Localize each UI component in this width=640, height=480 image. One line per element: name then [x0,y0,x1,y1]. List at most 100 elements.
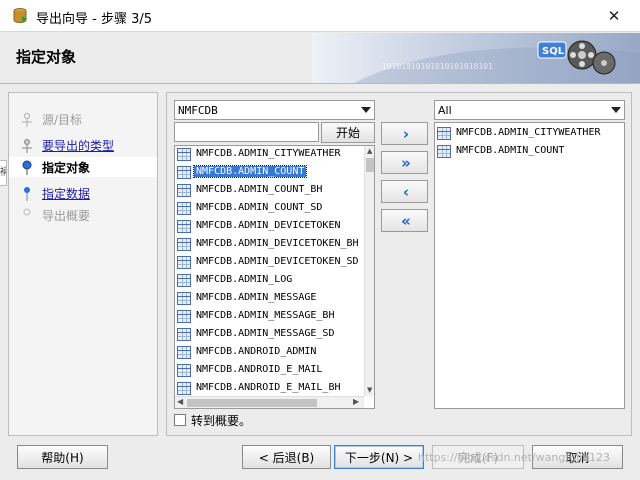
table-icon [437,127,451,140]
title-bar: 导出向导 - 步骤 3/5 ✕ [0,0,640,32]
list-item[interactable]: NMFCDB.ADMIN_CITYWEATHER [435,125,624,143]
table-icon [177,220,191,233]
table-icon [177,166,191,179]
list-item[interactable]: NMFCDB.ADMIN_DEVICETOKEN_BH [175,236,364,254]
step-export-summary: 导出概要 [9,205,157,225]
offscreen-panel-edge: 裲 [0,160,7,186]
list-item[interactable]: NMFCDB.ADMIN_COUNT_BH [175,182,364,200]
target-filter-select[interactable]: All [434,100,625,120]
list-item-label: NMFCDB.ANDROID_ADMIN [196,346,317,357]
available-objects-rows: NMFCDB.ADMIN_CITYWEATHER NMFCDB.ADMIN_COU… [175,146,364,396]
schema-select-value: NMFCDB [178,104,218,117]
table-icon [177,256,191,269]
remove-selected-button[interactable]: ‹ [381,180,428,203]
wizard-steps-panel: 源/目标 要导出的类型 指定对象 指定数据 导出概要 [8,92,158,436]
step-label: 指定对象 [42,161,91,175]
wizard-banner: 指定对象 10101010101010101010101 SQL [0,33,640,84]
selected-objects-list[interactable]: NMFCDB.ADMIN_CITYWEATHER NMFCDB.ADMIN_COU… [434,122,625,409]
step-label[interactable]: 要导出的类型 [42,137,114,154]
table-icon [177,202,191,215]
chevron-down-icon[interactable] [361,107,371,113]
list-item-label: NMFCDB.ADMIN_MESSAGE [196,292,317,303]
watermark: https://blog.csdn.net/wangfujia123 [418,451,611,464]
list-item-label: NMFCDB.ANDROID_E_MAIL_BH [196,382,341,393]
object-selection-panel: NMFCDB 开始 NMFCDB.ADMIN_CITYWEATHER NMFCDB… [166,92,632,436]
table-icon [177,292,191,305]
list-item[interactable]: NMFCDB.ADMIN_LOG [175,272,364,290]
start-button[interactable]: 开始 [321,122,375,143]
goto-summary-label: 转到概要。 [191,413,252,428]
list-item[interactable]: NMFCDB.ADMIN_COUNT_SD [175,200,364,218]
available-objects-list[interactable]: NMFCDB.ADMIN_CITYWEATHER NMFCDB.ADMIN_COU… [174,145,375,409]
target-filter-value: All [438,104,452,117]
list-item[interactable]: NMFCDB.ADMIN_DEVICETOKEN_SD [175,254,364,272]
list-item[interactable]: NMFCDB.ADMIN_MESSAGE_SD [175,326,364,344]
list-item-label: NMFCDB.ADMIN_COUNT [192,165,308,178]
scroll-left-icon[interactable]: ◀ [177,397,183,406]
table-icon [177,346,191,359]
list-item[interactable]: NMFCDB.ANDROID_E_MAIL_BH [175,380,364,396]
table-icon [437,145,451,158]
window-title: 导出向导 - 步骤 3/5 [36,12,153,27]
list-item[interactable]: NMFCDB.ADMIN_MESSAGE_BH [175,308,364,326]
step-specify-data[interactable]: 指定数据 [9,183,157,203]
sql-badge: SQL [542,46,565,57]
table-icon [177,148,191,161]
table-icon [177,364,191,377]
scroll-up-icon[interactable]: ▲ [367,147,372,155]
list-item[interactable]: NMFCDB.ADMIN_CITYWEATHER [175,146,364,164]
step-done-icon [22,139,32,153]
table-icon [177,382,191,395]
step-label: 源/目标 [42,113,83,127]
filter-input[interactable] [174,122,319,142]
list-item-label: NMFCDB.ADMIN_MESSAGE_SD [196,328,335,339]
database-export-icon [13,8,27,24]
step-future-icon [23,208,31,216]
goto-summary-checkbox[interactable]: 转到概要。 [174,412,251,428]
page-title: 指定对象 [16,48,77,66]
list-item-label: NMFCDB.ADMIN_CITYWEATHER [456,127,601,138]
scroll-right-icon[interactable]: ▶ [353,397,359,406]
table-icon [177,310,191,323]
table-icon [177,328,191,341]
step-done-icon [22,113,32,127]
step-current-icon [22,160,32,175]
chevron-down-icon[interactable] [611,107,621,113]
step-label[interactable]: 指定数据 [42,185,90,202]
list-item-label: NMFCDB.ANDROID_E_MAIL [196,364,323,375]
add-selected-button[interactable]: › [381,122,428,145]
add-all-button[interactable]: » [381,151,428,174]
list-item[interactable]: NMFCDB.ADMIN_COUNT [435,143,624,161]
list-item-label: NMFCDB.ADMIN_DEVICETOKEN_SD [196,256,359,267]
table-icon [177,238,191,251]
next-button[interactable]: 下一步(N) > [334,445,424,469]
list-item[interactable]: NMFCDB.ADMIN_DEVICETOKEN [175,218,364,236]
banner-graphic: 10101010101010101010101 SQL [312,33,640,83]
step-source-target: 源/目标 [9,109,157,129]
list-item[interactable]: NMFCDB.ANDROID_ADMIN [175,344,364,362]
close-icon[interactable]: ✕ [600,4,628,28]
back-button[interactable]: < 后退(B) [242,445,331,469]
list-item[interactable]: NMFCDB.ANDROID_E_MAIL [175,362,364,380]
schema-select[interactable]: NMFCDB [174,100,375,120]
scrollbar-thumb[interactable] [187,399,317,407]
scroll-down-icon[interactable]: ▼ [367,386,372,394]
step-specify-objects: 指定对象 [9,157,157,177]
horizontal-scrollbar[interactable]: ◀ ▶ [175,396,364,408]
list-item-label: NMFCDB.ADMIN_COUNT_SD [196,202,323,213]
vertical-scrollbar[interactable]: ▲ ▼ [364,146,374,396]
step-export-types[interactable]: 要导出的类型 [9,135,157,155]
list-item[interactable]: NMFCDB.ADMIN_COUNT [175,164,364,182]
list-item-label: NMFCDB.ADMIN_LOG [196,274,293,285]
list-item-label: NMFCDB.ADMIN_COUNT [456,145,565,156]
scrollbar-thumb[interactable] [366,158,374,172]
help-button[interactable]: 帮助(H) [17,445,108,469]
list-item-label: NMFCDB.ADMIN_CITYWEATHER [196,148,341,159]
checkbox-box[interactable] [174,414,186,426]
binary-text: 10101010101010101010101 [382,62,493,71]
list-item-label: NMFCDB.ADMIN_MESSAGE_BH [196,310,335,321]
list-item[interactable]: NMFCDB.ADMIN_MESSAGE [175,290,364,308]
step-pending-icon [24,187,30,201]
remove-all-button[interactable]: « [381,209,428,232]
step-label: 导出概要 [42,209,91,223]
